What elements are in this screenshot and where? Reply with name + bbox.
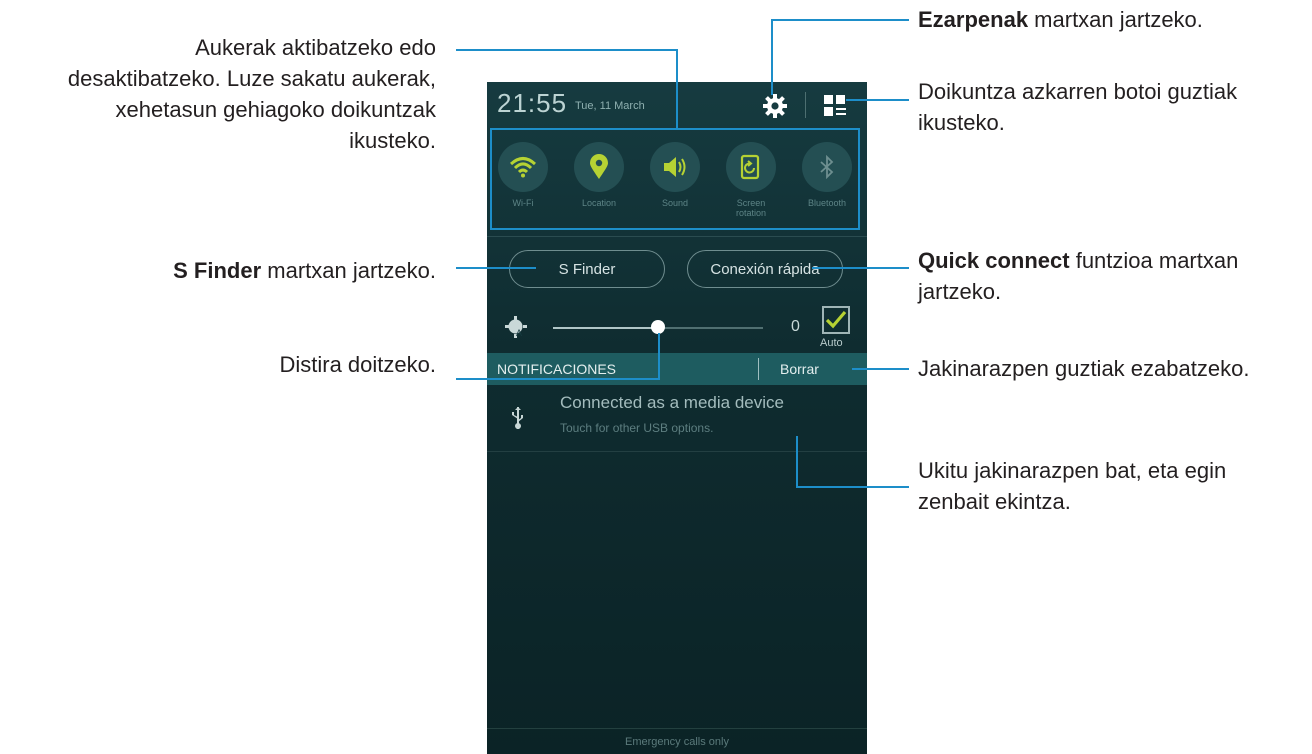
annotation-text: martxan jartzeko. <box>1028 7 1203 32</box>
annotation-line: ikusteko. <box>918 110 1005 135</box>
callout-line <box>852 368 909 370</box>
quick-connect-button[interactable]: Conexión rápida <box>687 250 843 288</box>
annotation-sfinder: S Finder martxan jartzeko. <box>36 255 436 286</box>
annotation-line: desaktibatzeko. Luze sakatu aukerak, <box>67 66 436 91</box>
annotation-bold: Ezarpenak <box>918 7 1029 32</box>
callout-line <box>456 267 536 269</box>
auto-label: Auto <box>820 337 843 349</box>
annotation-text: Jakinarazpen guztiak ezabatzeko. <box>918 356 1250 381</box>
date: Tue, 11 March <box>575 100 645 112</box>
annotation-text: funtzioa martxan <box>1069 248 1239 273</box>
brightness-slider[interactable] <box>553 320 763 334</box>
notification-subtitle: Touch for other USB options. <box>560 421 714 435</box>
annotation-quick-settings: Doikuntza azkarren botoi guztiak ikustek… <box>918 76 1308 138</box>
callout-line <box>796 436 798 488</box>
callout-line <box>771 19 773 95</box>
brightness-slider-fill <box>553 327 658 329</box>
gear-icon[interactable] <box>763 94 787 118</box>
callout-line <box>456 49 678 51</box>
callout-line <box>658 333 660 380</box>
annotation-brightness: Distira doitzeko. <box>36 349 436 380</box>
annotation-bold: S Finder <box>173 258 262 283</box>
callout-line <box>796 486 909 488</box>
annotation-clear: Jakinarazpen guztiak ezabatzeko. <box>918 353 1312 384</box>
quick-toggles-highlight <box>490 128 860 230</box>
callout-line <box>676 49 678 129</box>
callout-line <box>771 19 909 21</box>
annotation-line: zenbait ekintza. <box>918 489 1071 514</box>
annotation-line: Ukitu jakinarazpen bat, eta egin <box>918 458 1227 483</box>
annotation-line: Doikuntza azkarren botoi guztiak <box>918 79 1238 104</box>
clear-button[interactable]: Borrar <box>780 361 819 377</box>
annotation-settings: Ezarpenak martxan jartzeko. <box>918 4 1308 35</box>
svg-text:A: A <box>516 328 522 338</box>
annotation-text: martxan jartzeko. <box>261 258 436 283</box>
s-finder-button[interactable]: S Finder <box>509 250 665 288</box>
annotation-line: jartzeko. <box>918 279 1002 304</box>
divider <box>758 358 759 380</box>
auto-brightness-checkbox[interactable] <box>822 306 850 334</box>
annotation-toggles: Aukerak aktibatzeko edo desaktibatzeko. … <box>0 32 436 156</box>
divider <box>487 236 867 237</box>
annotation-line: Aukerak aktibatzeko edo <box>195 35 436 60</box>
clock: 21:55 <box>497 88 568 118</box>
quick-settings-grid-icon[interactable] <box>823 94 847 118</box>
emergency-calls-text: Emergency calls only <box>625 736 729 748</box>
usb-icon <box>512 407 523 429</box>
divider <box>805 92 806 118</box>
annotation-bold: Quick connect <box>918 248 1070 273</box>
callout-line <box>812 267 909 269</box>
callout-line <box>846 99 909 101</box>
notifications-title: NOTIFICACIONES <box>497 361 617 377</box>
annotation-line: ikusteko. <box>349 128 436 153</box>
annotation-quick-connect: Quick connect funtzioa martxan jartzeko. <box>918 245 1308 307</box>
check-icon <box>825 310 847 329</box>
notification-title: Connected as a media device <box>560 393 784 412</box>
annotation-text: Distira doitzeko. <box>279 352 436 377</box>
divider <box>487 728 867 729</box>
annotation-line: xehetasun gehiagoko doikuntzak <box>115 97 436 122</box>
annotation-notification: Ukitu jakinarazpen bat, eta egin zenbait… <box>918 455 1308 517</box>
notifications-header: NOTIFICACIONES Borrar <box>487 353 867 385</box>
divider <box>487 451 867 452</box>
notification-item[interactable]: Connected as a media device Touch for ot… <box>487 385 867 451</box>
brightness-auto-icon: A <box>505 316 527 338</box>
callout-line <box>456 378 660 380</box>
brightness-value: 0 <box>791 318 800 335</box>
brightness-slider-thumb[interactable] <box>651 320 665 334</box>
